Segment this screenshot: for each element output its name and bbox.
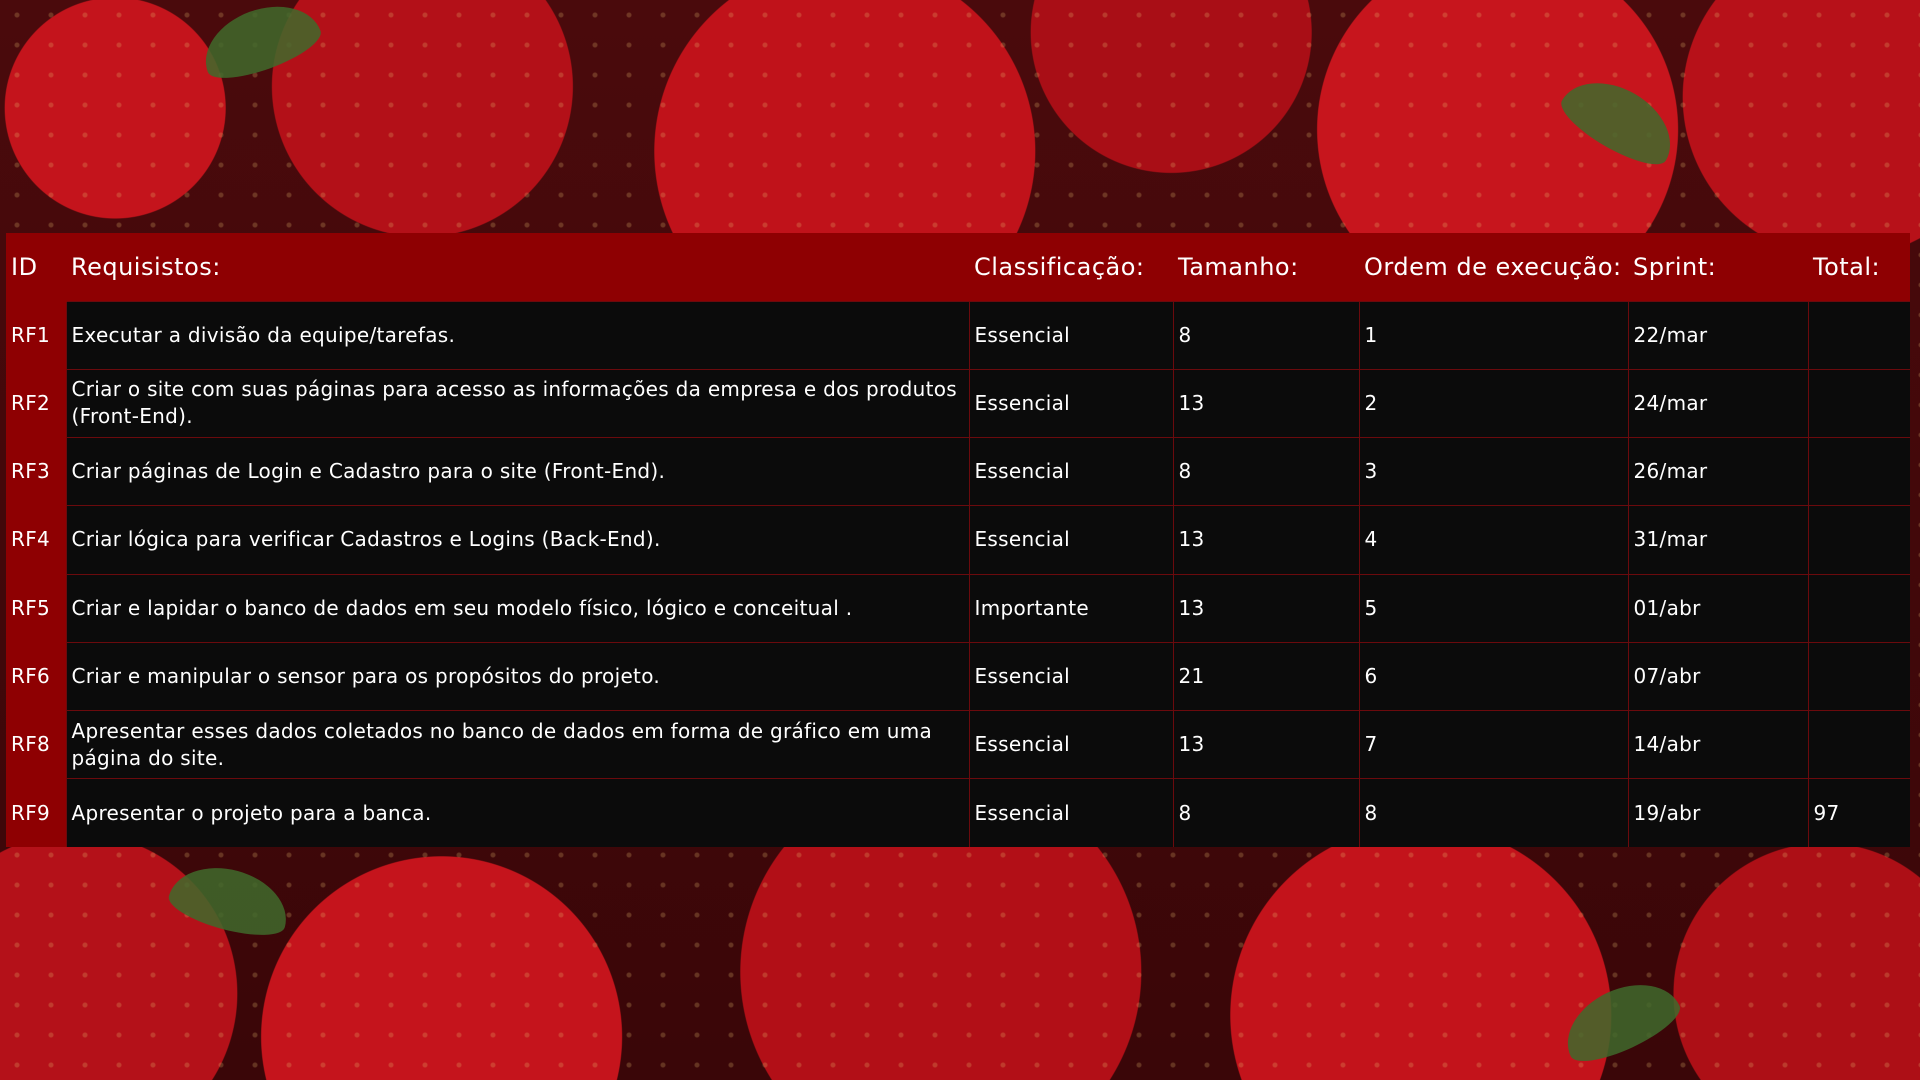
cell-id: RF3 bbox=[6, 436, 66, 506]
cell-total bbox=[1807, 505, 1910, 574]
cell-sprint: 26/mar bbox=[1627, 436, 1808, 506]
header-size: Tamanho: bbox=[1178, 252, 1299, 281]
cell-order: 2 bbox=[1358, 368, 1628, 438]
cell-sprint: 19/abr bbox=[1627, 778, 1808, 847]
cell-classification: Essencial bbox=[968, 778, 1173, 847]
cell-requirement: Executar a divisão da equipe/tarefas. bbox=[65, 300, 969, 370]
table-row: RF8 Apresentar esses dados coletados no … bbox=[6, 709, 1910, 779]
header-execution-order: Ordem de execução: bbox=[1364, 252, 1622, 281]
cell-total bbox=[1807, 573, 1910, 643]
cell-id: RF4 bbox=[6, 505, 66, 574]
table-row: RF3 Criar páginas de Login e Cadastro pa… bbox=[6, 436, 1910, 506]
header-id: ID bbox=[11, 252, 38, 281]
table-row: RF5 Criar e lapidar o banco de dados em … bbox=[6, 573, 1910, 643]
cell-sprint: 01/abr bbox=[1627, 573, 1808, 643]
cell-order: 1 bbox=[1358, 300, 1628, 370]
cell-id: RF9 bbox=[6, 778, 66, 847]
cell-total: 97 bbox=[1807, 778, 1910, 847]
cell-size: 8 bbox=[1172, 300, 1359, 370]
table-row: RF6 Criar e manipular o sensor para os p… bbox=[6, 641, 1910, 711]
cell-order: 4 bbox=[1358, 505, 1628, 574]
cell-sprint: 14/abr bbox=[1627, 709, 1808, 779]
cell-sprint: 24/mar bbox=[1627, 368, 1808, 438]
cell-requirement: Apresentar o projeto para a banca. bbox=[65, 778, 969, 847]
cell-id: RF5 bbox=[6, 573, 66, 643]
cell-classification: Essencial bbox=[968, 709, 1173, 779]
cell-total bbox=[1807, 709, 1910, 779]
table-row: RF1 Executar a divisão da equipe/tarefas… bbox=[6, 300, 1910, 370]
cell-order: 8 bbox=[1358, 778, 1628, 847]
cell-order: 7 bbox=[1358, 709, 1628, 779]
cell-total bbox=[1807, 436, 1910, 506]
header-classification: Classificação: bbox=[974, 252, 1145, 281]
table-row: RF4 Criar lógica para verificar Cadastro… bbox=[6, 505, 1910, 574]
cell-classification: Importante bbox=[968, 573, 1173, 643]
cell-classification: Essencial bbox=[968, 368, 1173, 438]
cell-id: RF8 bbox=[6, 709, 66, 779]
cell-requirement: Criar páginas de Login e Cadastro para o… bbox=[65, 436, 969, 506]
cell-requirement: Criar o site com suas páginas para acess… bbox=[65, 368, 969, 438]
requirements-table: ID Requisistos: Classificação: Tamanho: … bbox=[6, 233, 1910, 847]
cell-classification: Essencial bbox=[968, 505, 1173, 574]
cell-classification: Essencial bbox=[968, 436, 1173, 506]
cell-order: 3 bbox=[1358, 436, 1628, 506]
cell-size: 8 bbox=[1172, 778, 1359, 847]
cell-requirement: Criar lógica para verificar Cadastros e … bbox=[65, 505, 969, 574]
header-requirements: Requisistos: bbox=[71, 252, 221, 281]
cell-requirement: Criar e manipular o sensor para os propó… bbox=[65, 641, 969, 711]
cell-size: 13 bbox=[1172, 709, 1359, 779]
requirements-table-container: ID Requisistos: Classificação: Tamanho: … bbox=[6, 233, 1910, 847]
cell-size: 13 bbox=[1172, 505, 1359, 574]
table-row: RF9 Apresentar o projeto para a banca. E… bbox=[6, 778, 1910, 847]
cell-total bbox=[1807, 300, 1910, 370]
cell-sprint: 31/mar bbox=[1627, 505, 1808, 574]
cell-total bbox=[1807, 641, 1910, 711]
cell-size: 8 bbox=[1172, 436, 1359, 506]
header-total: Total: bbox=[1813, 252, 1881, 281]
cell-id: RF6 bbox=[6, 641, 66, 711]
cell-requirement: Criar e lapidar o banco de dados em seu … bbox=[65, 573, 969, 643]
cell-size: 13 bbox=[1172, 368, 1359, 438]
cell-order: 6 bbox=[1358, 641, 1628, 711]
cell-classification: Essencial bbox=[968, 641, 1173, 711]
cell-size: 21 bbox=[1172, 641, 1359, 711]
cell-classification: Essencial bbox=[968, 300, 1173, 370]
cell-total bbox=[1807, 368, 1910, 438]
cell-sprint: 22/mar bbox=[1627, 300, 1808, 370]
table-row: RF2 Criar o site com suas páginas para a… bbox=[6, 368, 1910, 438]
cell-sprint: 07/abr bbox=[1627, 641, 1808, 711]
cell-order: 5 bbox=[1358, 573, 1628, 643]
table-header-row: ID Requisistos: Classificação: Tamanho: … bbox=[6, 233, 1910, 301]
cell-id: RF1 bbox=[6, 300, 66, 370]
header-sprint: Sprint: bbox=[1633, 252, 1717, 281]
cell-id: RF2 bbox=[6, 368, 66, 438]
cell-requirement: Apresentar esses dados coletados no banc… bbox=[65, 709, 969, 779]
cell-size: 13 bbox=[1172, 573, 1359, 643]
